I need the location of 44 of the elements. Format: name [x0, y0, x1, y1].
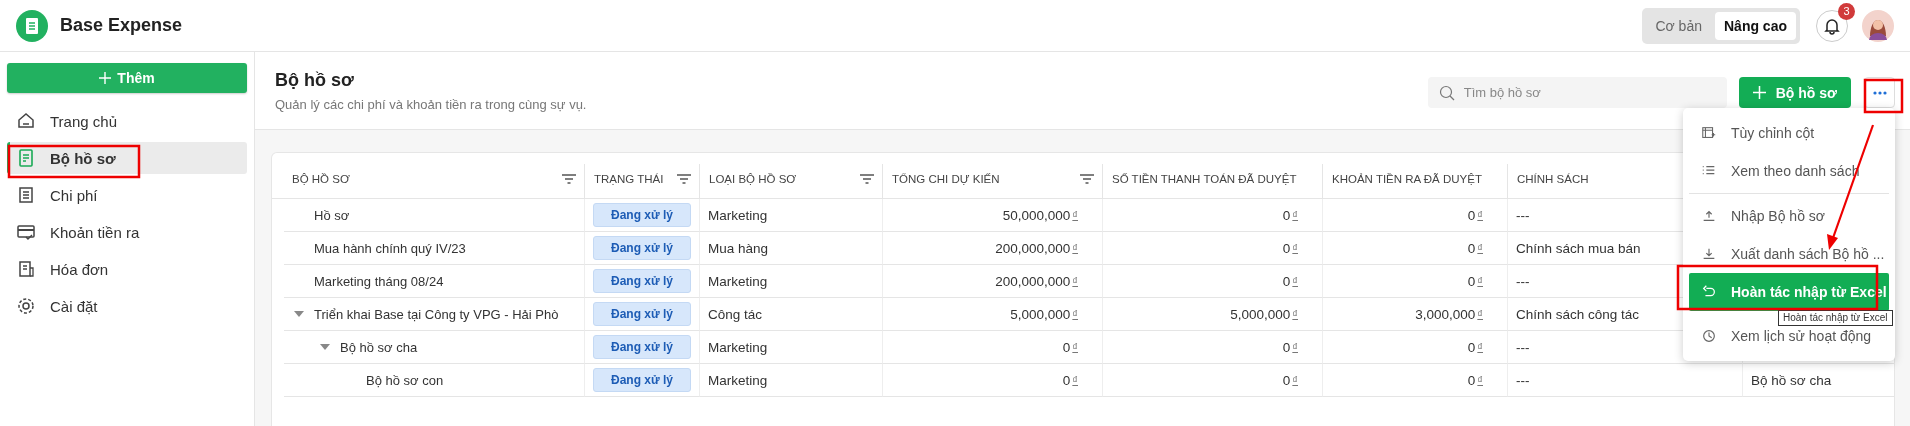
policy-cell: ---: [1507, 364, 1742, 397]
status-tag: Đang xử lý: [593, 302, 691, 326]
column-header: CHÍNH SÁCH: [1517, 173, 1589, 185]
amount-cell: 50,000,000₫: [882, 199, 1102, 232]
amount-cell: 0₫: [1102, 199, 1322, 232]
column-header: LOẠI BỘ HỒ SƠ: [709, 173, 797, 185]
amount-cell: 0₫: [882, 364, 1102, 397]
amount-cell: 0₫: [1322, 265, 1507, 298]
amount-cell: 3,000,000₫: [1322, 298, 1507, 331]
app-name: Base Expense: [60, 15, 183, 36]
amount-cell: 200,000,000₫: [882, 232, 1102, 265]
status-tag: Đang xử lý: [593, 368, 691, 392]
amount-cell: 0₫: [1322, 364, 1507, 397]
type-cell: Marketing: [699, 199, 882, 232]
type-cell: Mua hàng: [699, 232, 882, 265]
page-subtitle: Quản lý các chi phí và khoản tiền ra trong cùng sự vụ.: [275, 97, 587, 112]
amount-cell: 0₫: [882, 331, 1102, 364]
status-tag: Đang xử lý: [593, 335, 691, 359]
amount-cell: 5,000,000₫: [882, 298, 1102, 331]
column-header: BỘ HỒ SƠ: [292, 173, 350, 185]
status-tag: Đang xử lý: [593, 236, 691, 260]
amount-cell: 5,000,000₫: [1102, 298, 1322, 331]
tooltip: Hoàn tác nhập từ Excel: [1778, 310, 1893, 326]
column-header: KHOẢN TIỀN RA ĐÃ DUYỆT: [1332, 173, 1482, 185]
amount-cell: 0₫: [1102, 232, 1322, 265]
status-tag: Đang xử lý: [593, 269, 691, 293]
amount-cell: 0₫: [1102, 364, 1322, 397]
amount-cell: 200,000,000₫: [882, 265, 1102, 298]
amount-cell: 0₫: [1322, 199, 1507, 232]
type-cell: Công tác: [699, 298, 882, 331]
notification-badge: 3: [1838, 2, 1855, 20]
type-cell: Marketing: [699, 364, 882, 397]
type-cell: Marketing: [699, 265, 882, 298]
page-title: Bộ hồ sơ: [275, 70, 355, 91]
amount-cell: 0₫: [1102, 265, 1322, 298]
column-header: TỔNG CHI DỰ KIẾN: [892, 173, 1000, 185]
type-cell: Marketing: [699, 331, 882, 364]
amount-cell: 0₫: [1322, 331, 1507, 364]
amount-cell: 0₫: [1102, 331, 1322, 364]
column-header: TRẠNG THÁI: [594, 173, 664, 185]
column-header: SỐ TIỀN THANH TOÁN ĐÃ DUYỆT: [1112, 173, 1297, 185]
amount-cell: 0₫: [1322, 232, 1507, 265]
status-tag: Đang xử lý: [593, 203, 691, 227]
parent-cell: Bộ hồ sơ cha: [1742, 364, 1894, 397]
